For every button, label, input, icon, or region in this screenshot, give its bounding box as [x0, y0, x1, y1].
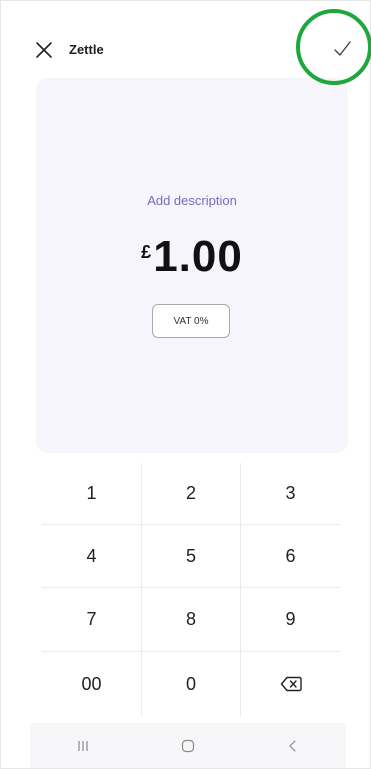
key-5[interactable]: 5	[141, 525, 241, 588]
backspace-button[interactable]	[241, 652, 340, 716]
key-7[interactable]: 7	[42, 588, 141, 652]
close-icon	[36, 42, 52, 58]
app-window: Zettle Add description £1.00 VAT 0% 1 2 …	[0, 0, 371, 769]
backspace-icon	[280, 676, 302, 692]
recents-button[interactable]	[63, 731, 103, 761]
key-8[interactable]: 8	[141, 588, 241, 652]
close-button[interactable]	[33, 39, 55, 61]
key-1[interactable]: 1	[42, 463, 141, 525]
recents-icon	[78, 740, 88, 751]
numeric-keypad: 1 2 3 4 5 6 7 8 9 00 0	[42, 463, 340, 716]
amount-display: £1.00	[36, 232, 348, 282]
key-9[interactable]: 9	[241, 588, 340, 652]
key-00[interactable]: 00	[42, 652, 141, 716]
vat-button[interactable]: VAT 0%	[152, 304, 230, 338]
key-6[interactable]: 6	[241, 525, 340, 588]
home-button[interactable]	[168, 731, 208, 761]
key-2[interactable]: 2	[141, 463, 241, 525]
key-3[interactable]: 3	[241, 463, 340, 525]
confirm-button[interactable]	[330, 37, 354, 61]
system-nav-bar	[30, 723, 346, 768]
home-icon	[181, 739, 195, 752]
add-description-link[interactable]: Add description	[36, 193, 348, 208]
key-4[interactable]: 4	[42, 525, 141, 588]
currency-symbol: £	[141, 242, 152, 262]
amount-card: Add description £1.00 VAT 0%	[36, 78, 348, 453]
amount-value: 1.00	[153, 232, 243, 281]
back-button[interactable]	[273, 731, 313, 761]
top-bar: Zettle	[1, 1, 370, 77]
key-0[interactable]: 0	[141, 652, 241, 716]
app-title: Zettle	[69, 42, 104, 57]
back-icon	[289, 739, 296, 752]
checkmark-icon	[334, 41, 351, 56]
